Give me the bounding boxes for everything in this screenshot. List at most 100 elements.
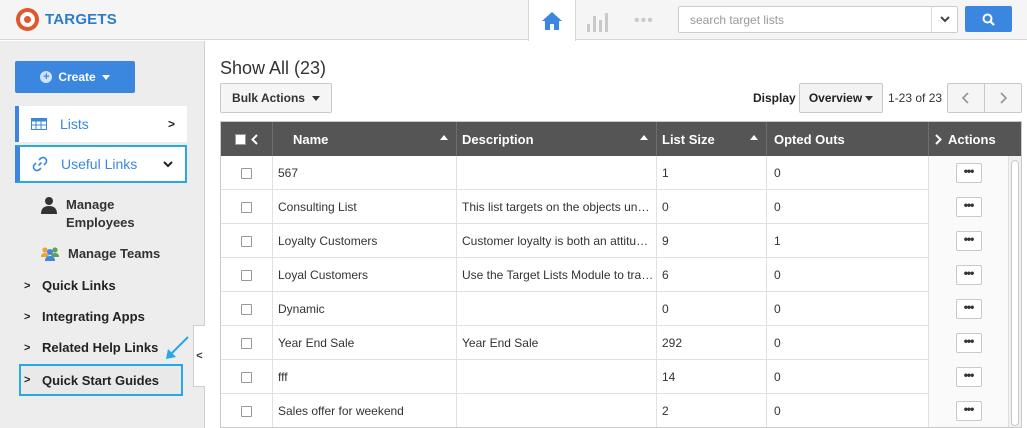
row-actions-button[interactable]: ••• bbox=[955, 265, 982, 285]
cell-description: Customer loyalty is both an attitudinal … bbox=[457, 224, 657, 258]
column-label: Opted Outs bbox=[774, 131, 845, 147]
caret-down-icon bbox=[101, 74, 110, 80]
chevron-right-icon: > bbox=[24, 341, 31, 354]
cell-name[interactable]: Consulting List bbox=[273, 190, 457, 224]
table-row[interactable]: Year End Sale Year End Sale 292 0 ••• bbox=[221, 326, 1021, 360]
row-actions-button[interactable]: ••• bbox=[955, 197, 982, 217]
cell-description bbox=[457, 292, 657, 326]
app-title: TARGETS bbox=[45, 10, 117, 28]
column-label: Actions bbox=[948, 131, 996, 147]
cell-text: 0 bbox=[774, 200, 781, 214]
row-select-cell bbox=[221, 224, 273, 258]
cell-text: 2 bbox=[662, 404, 669, 418]
sidebar-item-lists[interactable]: Lists > bbox=[15, 106, 187, 142]
cell-name[interactable]: 567 bbox=[273, 156, 457, 190]
cell-name[interactable]: Loyalty Customers bbox=[273, 224, 457, 258]
pointer-arrow-icon bbox=[166, 336, 189, 359]
row-actions-button[interactable]: ••• bbox=[955, 163, 982, 183]
brand[interactable]: TARGETS bbox=[16, 7, 117, 31]
cell-text: Sales offer for weekend bbox=[278, 404, 404, 418]
row-actions-button[interactable]: ••• bbox=[955, 231, 982, 251]
cell-text: 9 bbox=[662, 234, 669, 248]
select-all-header bbox=[221, 122, 273, 156]
cell-list-size: 0 bbox=[657, 292, 767, 326]
chevron-right-icon: > bbox=[24, 374, 31, 386]
cell-name[interactable]: Year End Sale bbox=[273, 326, 457, 360]
sidebar-group-quick-start-guides[interactable]: > Quick Start Guides bbox=[19, 364, 183, 396]
row-checkbox[interactable] bbox=[241, 337, 252, 349]
cell-text: Customer loyalty is both an attitudinal … bbox=[462, 234, 654, 248]
sidebar-group-integrating-apps[interactable]: > Integrating Apps bbox=[24, 309, 145, 324]
row-checkbox[interactable] bbox=[241, 269, 252, 281]
row-select-cell bbox=[221, 156, 273, 190]
row-checkbox[interactable] bbox=[241, 303, 252, 315]
table-scrollbar[interactable] bbox=[1008, 156, 1021, 427]
chevron-left-icon bbox=[962, 92, 969, 104]
search-scope-dropdown[interactable] bbox=[931, 7, 957, 32]
row-actions-button[interactable]: ••• bbox=[955, 299, 982, 319]
chevron-down-icon bbox=[939, 16, 950, 23]
chevron-left-icon[interactable] bbox=[251, 133, 258, 145]
scrollbar-thumb[interactable] bbox=[1011, 160, 1019, 426]
cell-description bbox=[457, 394, 657, 427]
table-header: Name Description List Size Opted Outs Ac… bbox=[221, 122, 1021, 156]
table-row[interactable]: Sales offer for weekend 2 0 ••• bbox=[221, 394, 1021, 427]
column-header-actions[interactable]: Actions bbox=[929, 122, 1021, 156]
row-checkbox[interactable] bbox=[241, 167, 252, 179]
row-checkbox[interactable] bbox=[241, 235, 252, 247]
group-label: Quick Start Guides bbox=[42, 372, 160, 388]
row-select-cell bbox=[221, 326, 273, 360]
column-header-opted-outs[interactable]: Opted Outs bbox=[767, 122, 929, 156]
column-header-description[interactable]: Description bbox=[457, 122, 657, 156]
row-actions-button[interactable]: ••• bbox=[955, 333, 982, 353]
cell-actions: ••• bbox=[929, 258, 1009, 292]
sidebar-group-quick-links[interactable]: > Quick Links bbox=[24, 278, 116, 293]
sidebar-group-related-help-links[interactable]: > Related Help Links bbox=[24, 340, 158, 355]
column-header-name[interactable]: Name bbox=[273, 122, 457, 156]
select-all-checkbox[interactable] bbox=[235, 133, 246, 145]
row-checkbox[interactable] bbox=[241, 371, 252, 383]
table-row[interactable]: Loyalty Customers Customer loyalty is bot… bbox=[221, 224, 1021, 258]
sidebar: + Create Lists > Useful Links Manage Emp… bbox=[0, 41, 205, 428]
next-page-button[interactable] bbox=[984, 83, 1022, 113]
cell-description bbox=[457, 156, 657, 190]
team-icon bbox=[41, 247, 59, 261]
search-button[interactable] bbox=[965, 6, 1012, 32]
cell-list-size: 0 bbox=[657, 190, 767, 224]
row-checkbox[interactable] bbox=[241, 201, 252, 213]
cell-text: Dynamic bbox=[278, 302, 325, 316]
table-row[interactable]: fff 14 0 ••• bbox=[221, 360, 1021, 394]
manage-employees-link[interactable]: Manage Employees bbox=[40, 196, 146, 232]
row-checkbox[interactable] bbox=[241, 405, 252, 417]
cell-text: Loyal Customers bbox=[278, 268, 369, 282]
display-select[interactable]: Overview bbox=[799, 83, 883, 113]
search-input[interactable] bbox=[679, 7, 931, 32]
sidebar-item-useful-links[interactable]: Useful Links bbox=[15, 145, 187, 183]
cell-description bbox=[457, 360, 657, 394]
column-header-list-size[interactable]: List Size bbox=[657, 122, 767, 156]
row-actions-button[interactable]: ••• bbox=[955, 401, 982, 421]
sidebar-collapse-toggle[interactable]: < bbox=[193, 325, 205, 387]
home-icon bbox=[542, 11, 562, 30]
table-row[interactable]: Dynamic 0 0 ••• bbox=[221, 292, 1021, 326]
table-row[interactable]: Loyal Customers Use the Target Lists Modu… bbox=[221, 258, 1021, 292]
cell-text: 6 bbox=[662, 268, 669, 282]
bulk-actions-button[interactable]: Bulk Actions bbox=[220, 83, 332, 113]
manage-teams-link[interactable]: Manage Teams bbox=[40, 245, 160, 263]
cell-name[interactable]: Dynamic bbox=[273, 292, 457, 326]
cell-text: 292 bbox=[662, 336, 683, 350]
cell-name[interactable]: Loyal Customers bbox=[273, 258, 457, 292]
home-nav-button[interactable] bbox=[528, 0, 576, 41]
table-row[interactable]: 567 1 0 ••• bbox=[221, 156, 1021, 190]
reports-nav-button[interactable] bbox=[583, 10, 611, 32]
cell-text: 1 bbox=[662, 166, 669, 180]
row-actions-button[interactable]: ••• bbox=[955, 367, 982, 387]
cell-name[interactable]: Sales offer for weekend bbox=[273, 394, 457, 427]
cell-name[interactable]: fff bbox=[273, 360, 457, 394]
create-button[interactable]: + Create bbox=[15, 61, 135, 93]
prev-page-button[interactable] bbox=[947, 83, 985, 113]
cell-description: This list targets on the objects under c… bbox=[457, 190, 657, 224]
page-title: Show All (23) bbox=[220, 58, 327, 78]
more-nav-button[interactable]: ••• bbox=[634, 12, 654, 30]
table-row[interactable]: Consulting List This list targets on the … bbox=[221, 190, 1021, 224]
